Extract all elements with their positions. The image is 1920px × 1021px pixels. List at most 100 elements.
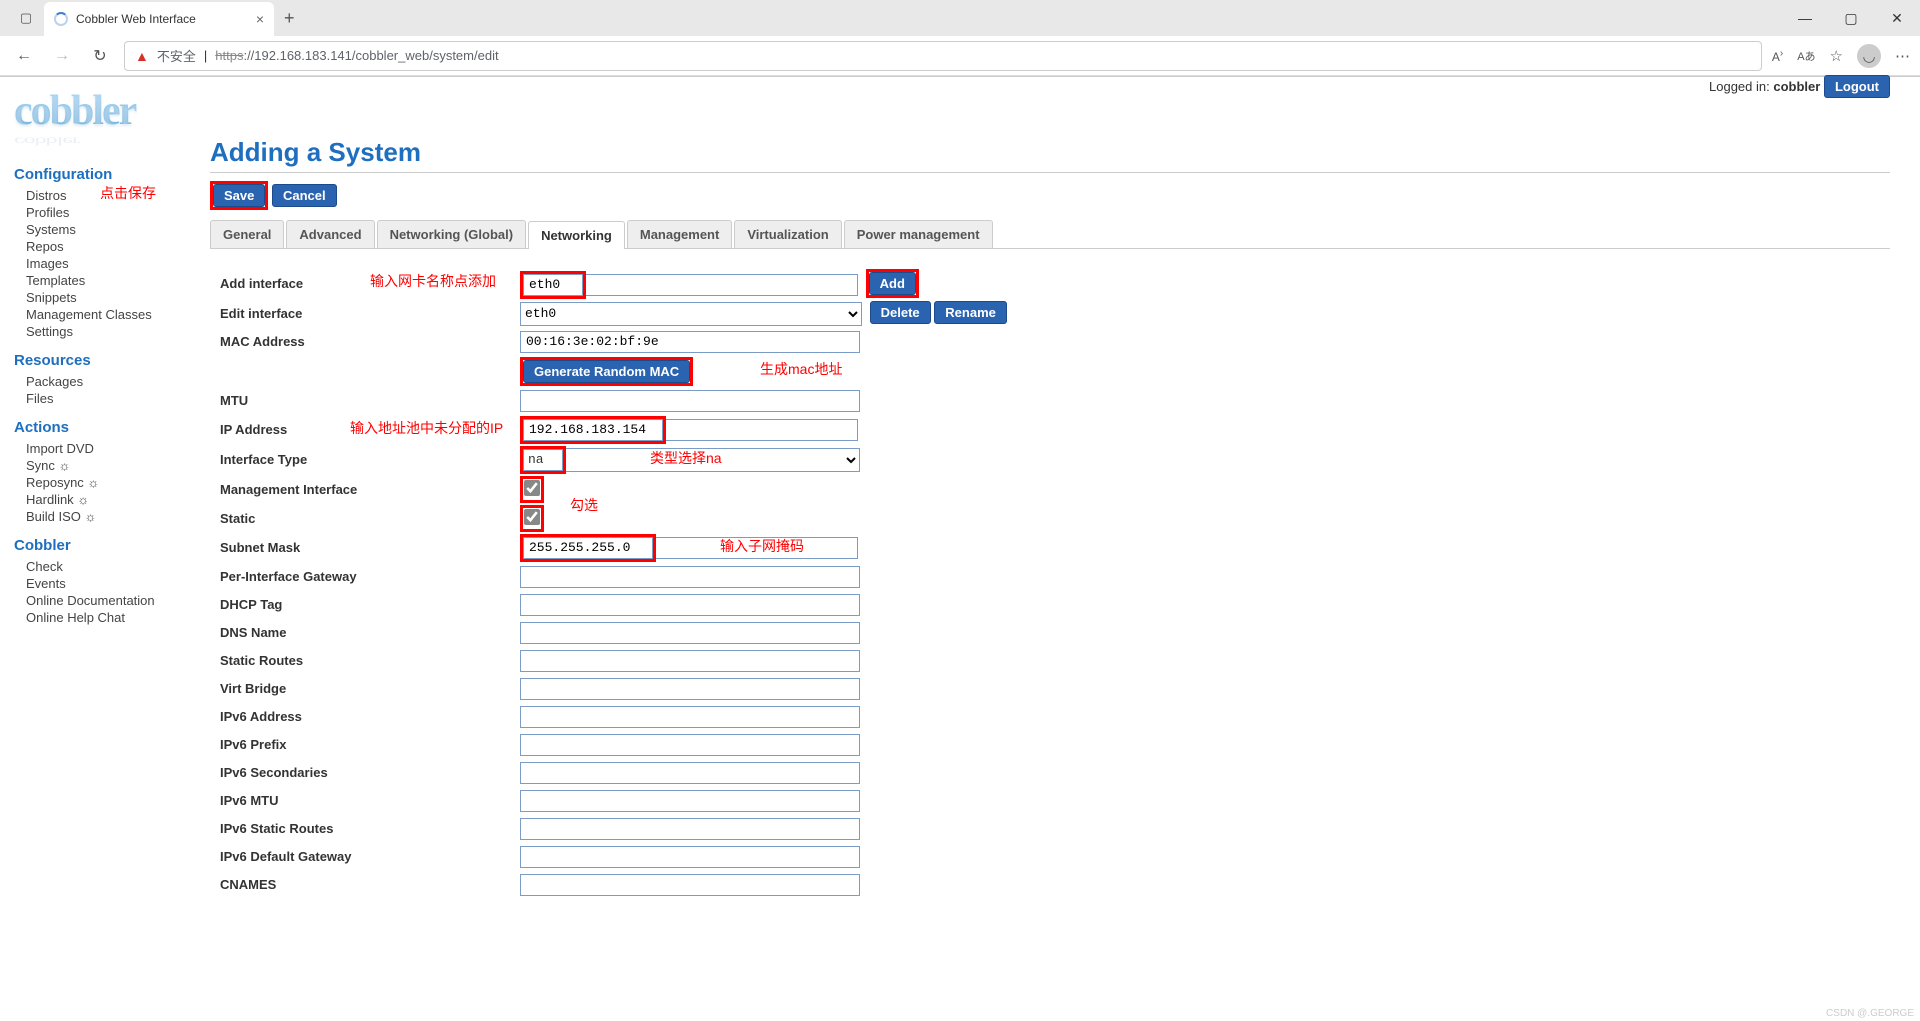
label-subnet: Subnet Mask bbox=[220, 540, 520, 555]
nav-templates[interactable]: Templates bbox=[14, 272, 210, 289]
label-ip6a: IPv6 Address bbox=[220, 709, 520, 724]
logged-in-label: Logged in: bbox=[1709, 79, 1770, 94]
page-body: cobbler cobbler Configuration Distros Pr… bbox=[0, 77, 1920, 1021]
tab-title: Cobbler Web Interface bbox=[76, 12, 248, 26]
generate-mac-button[interactable]: Generate Random MAC bbox=[523, 360, 690, 383]
label-mac: MAC Address bbox=[220, 334, 520, 349]
ipv6-address-input[interactable] bbox=[520, 706, 860, 728]
nav-settings[interactable]: Settings bbox=[14, 323, 210, 340]
new-tab-button[interactable]: + bbox=[274, 8, 305, 29]
nav-import-dvd[interactable]: Import DVD bbox=[14, 440, 210, 457]
label-static: Static bbox=[220, 511, 520, 526]
forward-button: → bbox=[48, 42, 76, 70]
action-button-row: Save Cancel 点击保存 bbox=[210, 181, 1890, 210]
tab-power-management[interactable]: Power management bbox=[844, 220, 993, 248]
nav-section-actions: Actions bbox=[14, 419, 210, 436]
label-per-gw: Per-Interface Gateway bbox=[220, 569, 520, 584]
tab-networking[interactable]: Networking bbox=[528, 221, 625, 249]
label-edit-interface: Edit interface bbox=[220, 306, 520, 321]
url-input[interactable]: ▲ 不安全 | https://192.168.183.141/cobbler_… bbox=[124, 41, 1762, 71]
rename-button[interactable]: Rename bbox=[934, 301, 1007, 324]
tab-close-button[interactable]: × bbox=[256, 11, 264, 27]
url-text: https://192.168.183.141/cobbler_web/syst… bbox=[215, 48, 498, 63]
edit-interface-select[interactable]: eth0 bbox=[520, 302, 862, 326]
nav-systems[interactable]: Systems bbox=[14, 221, 210, 238]
nav-events[interactable]: Events bbox=[14, 575, 210, 592]
static-checkbox[interactable] bbox=[524, 509, 540, 525]
management-interface-checkbox[interactable] bbox=[524, 480, 540, 496]
tab-virtualization[interactable]: Virtualization bbox=[734, 220, 841, 248]
back-button[interactable]: ← bbox=[10, 42, 38, 70]
cobbler-logo: cobbler bbox=[14, 87, 210, 135]
refresh-button[interactable]: ↻ bbox=[86, 42, 114, 70]
mac-input[interactable] bbox=[520, 331, 860, 353]
nav-online-help[interactable]: Online Help Chat bbox=[14, 609, 210, 626]
ipv6-secondaries-input[interactable] bbox=[520, 762, 860, 784]
page-title: Adding a System bbox=[210, 137, 1890, 168]
per-interface-gateway-input[interactable] bbox=[520, 566, 860, 588]
delete-button[interactable]: Delete bbox=[870, 301, 931, 324]
static-routes-input[interactable] bbox=[520, 650, 860, 672]
add-interface-input[interactable] bbox=[523, 274, 583, 296]
nav-files[interactable]: Files bbox=[14, 390, 210, 407]
nav-section-configuration: Configuration bbox=[14, 166, 210, 183]
reader-mode-icon[interactable]: A› bbox=[1772, 48, 1783, 64]
nav-check[interactable]: Check bbox=[14, 558, 210, 575]
annotation-gen-mac: 生成mac地址 bbox=[760, 359, 842, 379]
nav-images[interactable]: Images bbox=[14, 255, 210, 272]
more-menu-icon[interactable]: ⋯ bbox=[1895, 47, 1910, 65]
cnames-input[interactable] bbox=[520, 874, 860, 896]
ipv6-default-gateway-input[interactable] bbox=[520, 846, 860, 868]
nav-section-cobbler: Cobbler bbox=[14, 537, 210, 554]
nav-hardlink[interactable]: Hardlink ☼ bbox=[14, 491, 210, 508]
mtu-input[interactable] bbox=[520, 390, 860, 412]
nav-management-classes[interactable]: Management Classes bbox=[14, 306, 210, 323]
subnet-input[interactable] bbox=[523, 537, 653, 559]
ipv6-prefix-input[interactable] bbox=[520, 734, 860, 756]
label-cnames: CNAMES bbox=[220, 877, 520, 892]
tab-overview-button[interactable]: ▢ bbox=[8, 0, 44, 36]
label-ip6s: IPv6 Secondaries bbox=[220, 765, 520, 780]
annotation-check: 勾选 bbox=[570, 495, 598, 515]
tab-general[interactable]: General bbox=[210, 220, 284, 248]
logout-button[interactable]: Logout bbox=[1824, 75, 1890, 98]
profile-avatar[interactable]: ◡ bbox=[1857, 44, 1881, 68]
toolbar-icons: A› Aあ ☆ ◡ ⋯ bbox=[1772, 44, 1910, 68]
tab-management[interactable]: Management bbox=[627, 220, 732, 248]
add-button[interactable]: Add bbox=[869, 272, 916, 295]
nav-repos[interactable]: Repos bbox=[14, 238, 210, 255]
main-content: Logged in: cobbler Logout Adding a Syste… bbox=[210, 77, 1920, 1021]
tab-advanced[interactable]: Advanced bbox=[286, 220, 374, 248]
ipv6-static-routes-input[interactable] bbox=[520, 818, 860, 840]
nav-snippets[interactable]: Snippets bbox=[14, 289, 210, 306]
nav-online-docs[interactable]: Online Documentation bbox=[14, 592, 210, 609]
nav-packages[interactable]: Packages bbox=[14, 373, 210, 390]
browser-tab[interactable]: Cobbler Web Interface × bbox=[44, 2, 274, 36]
maximize-button[interactable]: ▢ bbox=[1828, 0, 1874, 36]
tab-networking-global[interactable]: Networking (Global) bbox=[377, 220, 527, 248]
close-window-button[interactable]: ✕ bbox=[1874, 0, 1920, 36]
label-iftype: Interface Type bbox=[220, 452, 520, 467]
ip-input[interactable] bbox=[523, 419, 663, 441]
address-bar: ← → ↻ ▲ 不安全 | https://192.168.183.141/co… bbox=[0, 36, 1920, 76]
save-button[interactable]: Save bbox=[213, 184, 265, 207]
nav-build-iso[interactable]: Build ISO ☼ bbox=[14, 508, 210, 525]
ipv6-mtu-input[interactable] bbox=[520, 790, 860, 812]
cancel-button[interactable]: Cancel bbox=[272, 184, 337, 207]
header-auth: Logged in: cobbler Logout bbox=[1709, 75, 1890, 98]
favorites-icon[interactable]: ☆ bbox=[1830, 47, 1843, 65]
minimize-button[interactable]: — bbox=[1782, 0, 1828, 36]
translate-icon[interactable]: Aあ bbox=[1797, 48, 1815, 64]
nav-reposync[interactable]: Reposync ☼ bbox=[14, 474, 210, 491]
nav-sync[interactable]: Sync ☼ bbox=[14, 457, 210, 474]
dhcp-tag-input[interactable] bbox=[520, 594, 860, 616]
nav-profiles[interactable]: Profiles bbox=[14, 204, 210, 221]
dns-name-input[interactable] bbox=[520, 622, 860, 644]
label-ip6g: IPv6 Default Gateway bbox=[220, 849, 520, 864]
label-dns: DNS Name bbox=[220, 625, 520, 640]
annotation-add-interface: 输入网卡名称点添加 bbox=[370, 271, 496, 291]
annotation-save: 点击保存 bbox=[100, 183, 156, 203]
label-dhcp: DHCP Tag bbox=[220, 597, 520, 612]
insecure-warning-icon: ▲ bbox=[135, 48, 149, 64]
virt-bridge-input[interactable] bbox=[520, 678, 860, 700]
